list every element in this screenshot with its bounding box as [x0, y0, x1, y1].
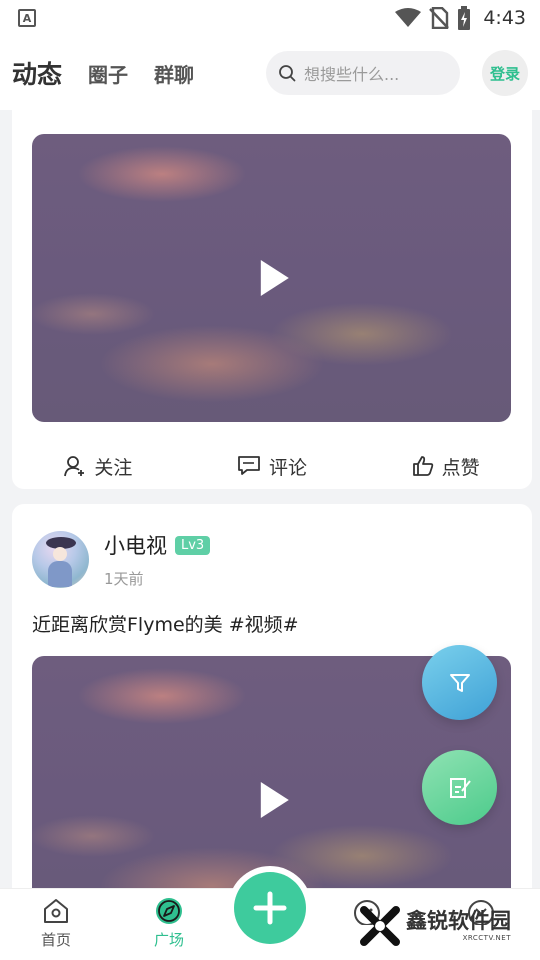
post-author[interactable]: 小电视 Lv3 1天前	[32, 530, 211, 589]
watermark: 鑫锐软件园 XRCCTV.NET	[360, 906, 511, 946]
comment-button[interactable]: 评论	[237, 453, 307, 480]
watermark-sub: XRCCTV.NET	[462, 933, 511, 942]
nav-home[interactable]: 首页	[21, 897, 91, 950]
nav-square[interactable]: 广场	[134, 897, 204, 950]
follow-label: 关注	[94, 456, 133, 479]
add-icon	[253, 891, 287, 925]
home-icon	[44, 899, 68, 923]
post-text[interactable]: 近距离欣赏Flyme的美 #视频#	[32, 610, 299, 637]
filter-icon	[449, 673, 470, 692]
app-notification-icon: A	[18, 9, 36, 27]
compass-icon	[156, 898, 182, 924]
status-time: 4:43	[483, 7, 526, 29]
tab-circles[interactable]: 圈子	[88, 59, 128, 88]
post-actions: 关注 评论 点赞	[12, 446, 532, 486]
login-button[interactable]: 登录	[482, 50, 528, 96]
play-icon[interactable]	[260, 260, 289, 296]
no-sim-icon	[429, 7, 450, 29]
follow-button[interactable]: 关注	[64, 453, 132, 480]
tab-label: 动态	[12, 60, 63, 89]
filter-button[interactable]	[422, 645, 497, 720]
like-label: 点赞	[441, 456, 480, 479]
level-badge: Lv3	[175, 535, 211, 555]
follow-icon	[64, 456, 85, 477]
play-icon[interactable]	[260, 782, 289, 818]
nav-home-label: 首页	[40, 931, 71, 949]
watermark-text: 鑫锐软件园	[406, 908, 511, 933]
tab-label: 群聊	[154, 62, 195, 87]
search-input[interactable]: 想搜些什么...	[266, 51, 460, 95]
nav-square-label: 广场	[153, 931, 184, 949]
comment-label: 评论	[268, 456, 307, 479]
add-button[interactable]	[234, 872, 306, 944]
post-time: 1天前	[104, 570, 144, 588]
edit-icon	[449, 777, 471, 798]
search-placeholder: 想搜些什么...	[304, 65, 400, 84]
tab-group-chat[interactable]: 群聊	[154, 59, 194, 88]
author-name[interactable]: 小电视	[104, 530, 167, 560]
comment-icon	[238, 456, 260, 475]
watermark-logo-icon	[360, 906, 400, 946]
top-nav: 动态 圈子 群聊 想搜些什么... 登录	[0, 36, 540, 110]
video-thumbnail[interactable]	[32, 134, 511, 422]
tab-label: 圈子	[88, 62, 129, 87]
like-button[interactable]: 点赞	[412, 453, 480, 480]
avatar[interactable]	[32, 531, 89, 588]
search-icon	[279, 65, 296, 82]
like-icon	[412, 456, 433, 476]
status-bar: A 4:43	[0, 0, 540, 36]
battery-icon	[458, 6, 471, 30]
tab-dynamics[interactable]: 动态	[9, 55, 65, 94]
edit-post-button[interactable]	[422, 750, 497, 825]
wifi-icon	[395, 8, 422, 27]
post-card[interactable]: 关注 评论 点赞	[12, 110, 532, 489]
